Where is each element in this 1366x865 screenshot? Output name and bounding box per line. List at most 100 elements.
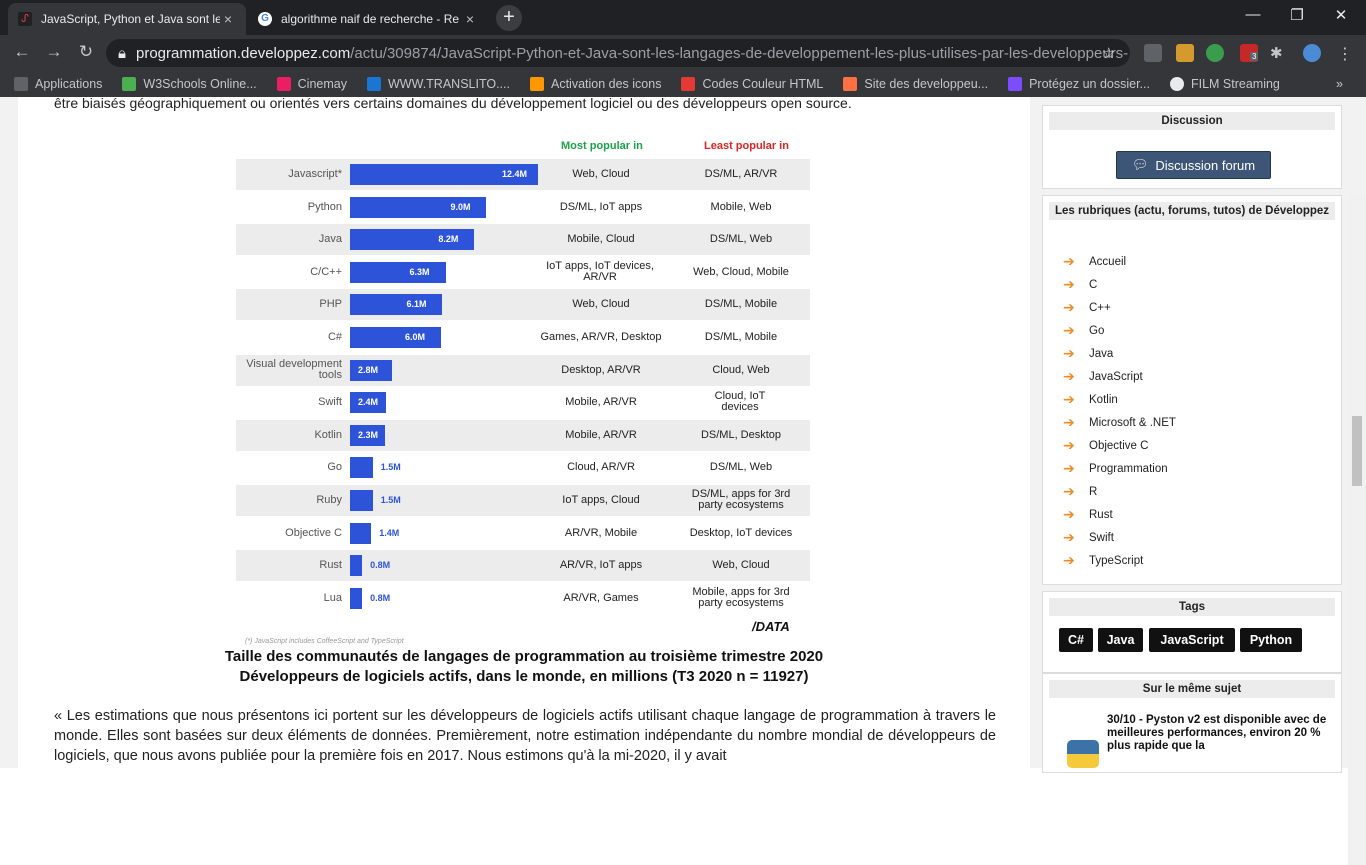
close-window-button[interactable]: ✕ [1326, 6, 1356, 24]
rubrique-link[interactable]: ➔ Programmation [1063, 460, 1168, 477]
extensions-puzzle-icon[interactable]: ✱ [1270, 44, 1288, 62]
value-label: 2.3M [358, 429, 379, 440]
tag-javascript[interactable]: JavaScript [1149, 628, 1235, 652]
extension-icon[interactable] [1206, 44, 1224, 62]
rubrique-link[interactable]: ➔ Objective C [1063, 437, 1148, 454]
rubrique-link[interactable]: ➔ Microsoft & .NET [1063, 414, 1176, 431]
discussion-forum-button[interactable]: 💬︎ Discussion forum [1116, 151, 1271, 179]
speech-bubble-icon: 💬︎ [1131, 157, 1149, 172]
address-bar[interactable]: 🔒︎ programmation.developpez.com/actu/309… [106, 39, 1130, 67]
rubrique-link[interactable]: ➔ Java [1063, 345, 1113, 362]
url-host: programmation.developpez.com [135, 44, 351, 62]
more-bookmarks-icon[interactable]: » [1336, 77, 1343, 91]
bookmark-item[interactable]: Site des developpeu... [843, 77, 988, 91]
reload-button[interactable]: ↻ [74, 42, 98, 62]
close-tab-icon[interactable]: × [462, 11, 478, 27]
arrow-right-icon: ➔ [1063, 276, 1075, 292]
bookmark-item[interactable]: Activation des icons [529, 77, 661, 91]
python-logo-icon [1067, 740, 1099, 768]
rubrique-link[interactable]: ➔ Go [1063, 322, 1104, 339]
tab-google-search[interactable]: G algorithme naif de recherche - Re × [248, 3, 488, 35]
bookmark-star-icon[interactable]: ☆ [1102, 44, 1115, 62]
arrow-right-icon: ➔ [1063, 322, 1075, 338]
arrow-right-icon: ➔ [1063, 299, 1075, 315]
rubrique-label: TypeScript [1089, 554, 1144, 567]
rubrique-link[interactable]: ➔ C++ [1063, 299, 1111, 316]
bookmark-item[interactable]: WWW.TRANSLITO.... [366, 77, 510, 91]
infinity-icon [1169, 77, 1184, 91]
new-tab-button[interactable]: + [496, 5, 522, 31]
bar [350, 555, 363, 577]
rubrique-link[interactable]: ➔ TypeScript [1063, 552, 1143, 569]
rubrique-link[interactable]: ➔ JavaScript [1063, 368, 1143, 385]
least-popular-cell: Web, Cloud [712, 559, 770, 572]
article-intro-text: être biaisés géographiquement ou orienté… [54, 97, 852, 111]
back-button[interactable]: ← [10, 42, 34, 62]
same-subject-link[interactable]: 30/10 - Pyston v2 est disponible avec de… [1107, 714, 1332, 753]
tag-python[interactable]: Python [1240, 628, 1302, 652]
rubriques-title: Les rubriques (actu, forums, tutos) de D… [1049, 202, 1335, 220]
tags-box: Tags C# Java JavaScript Python [1042, 591, 1342, 673]
page-scrollbar[interactable] [1348, 194, 1366, 865]
bookmark-item[interactable]: W3Schools Online... [122, 77, 257, 91]
chart-row: Rust 0.8M AR/VR, IoT apps Web, Cloud [236, 550, 810, 582]
tab-javascript-article[interactable]: ᔑ JavaScript, Python et Java sont le × [8, 3, 246, 35]
forward-button[interactable]: → [42, 42, 66, 62]
arrow-right-icon: ➔ [1063, 460, 1075, 476]
least-popular-cell: DS/ML, Mobile [704, 298, 778, 311]
rubrique-link[interactable]: ➔ Rust [1063, 506, 1113, 523]
extension-icon[interactable] [1144, 44, 1162, 62]
value-label: 6.3M [409, 266, 430, 277]
rubrique-label: Microsoft & .NET [1089, 416, 1176, 429]
least-popular-cell: DS/ML, Web [709, 233, 773, 246]
article-paragraph: « Les estimations que nous présentons ic… [54, 708, 996, 764]
developpez-favicon-icon: ᔑ [18, 12, 32, 26]
close-tab-icon[interactable]: × [220, 11, 236, 27]
bookmark-item[interactable]: Cinemay [276, 77, 347, 91]
discussion-title: Discussion [1049, 112, 1335, 130]
rubrique-label: Objective C [1089, 439, 1149, 452]
profile-avatar[interactable] [1303, 44, 1321, 62]
arrow-right-icon: ➔ [1063, 506, 1075, 522]
least-popular-cell: Mobile, Web [710, 200, 772, 213]
chart-row: Go 1.5M Cloud, AR/VR DS/ML, Web [236, 452, 810, 483]
caption-line-1: Taille des communautés de langages de pr… [224, 648, 824, 665]
row-label: Visual development tools [246, 357, 342, 381]
row-label: C# [327, 331, 342, 343]
color-codes-icon [681, 77, 696, 91]
rubrique-link[interactable]: ➔ C [1063, 276, 1097, 293]
arrow-right-icon: ➔ [1063, 552, 1075, 568]
bookmark-item[interactable]: FILM Streaming [1169, 77, 1280, 91]
restore-button[interactable]: ❐ [1282, 6, 1312, 24]
bookmark-item[interactable]: Protégez un dossier... [1008, 77, 1150, 91]
most-popular-cell: Mobile, Cloud [567, 233, 635, 246]
bookmark-item[interactable]: Applications [14, 77, 102, 91]
value-label: 0.8M [370, 560, 391, 571]
tag-csharp[interactable]: C# [1059, 628, 1093, 652]
rubrique-link[interactable]: ➔ R [1063, 483, 1097, 500]
minimize-button[interactable]: — [1238, 6, 1268, 23]
header-least-popular: Least popular in [704, 140, 789, 152]
rubrique-label: JavaScript [1089, 370, 1143, 383]
adblock-icon[interactable]: 3 [1240, 44, 1259, 62]
cinemay-icon [276, 77, 291, 91]
same-subject-box: Sur le même sujet 30/10 - Pyston v2 est … [1042, 673, 1342, 773]
bar [350, 261, 446, 283]
chart-row: Swift 2.4M Mobile, AR/VR Cloud, IoT devices [236, 387, 810, 418]
menu-dots-icon[interactable]: ⋮ [1336, 44, 1354, 63]
rubrique-link[interactable]: ➔ Swift [1063, 529, 1114, 546]
extension-icon[interactable] [1176, 44, 1194, 62]
rubrique-link[interactable]: ➔ Accueil [1063, 253, 1126, 270]
most-popular-cell: IoT apps, IoT devices, AR/VR [546, 259, 654, 283]
bookmark-item[interactable]: Codes Couleur HTML [681, 77, 823, 91]
chart-row: C# 6.0M Games, AR/VR, Desktop DS/ML, Mobile [236, 322, 810, 353]
chart-row: Ruby 1.5M IoT apps, Cloud DS/ML, apps for 3… [236, 485, 810, 516]
tag-java[interactable]: Java [1098, 628, 1143, 652]
arrow-right-icon: ➔ [1063, 368, 1075, 384]
least-popular-cell: DS/ML, apps for 3rd party ecosystems [691, 488, 791, 511]
bar [350, 327, 441, 348]
scrollbar-thumb[interactable] [1352, 416, 1362, 486]
value-label: 0.8M [370, 592, 391, 603]
rubrique-link[interactable]: ➔ Kotlin [1063, 391, 1118, 408]
value-label: 1.5M [380, 462, 401, 473]
